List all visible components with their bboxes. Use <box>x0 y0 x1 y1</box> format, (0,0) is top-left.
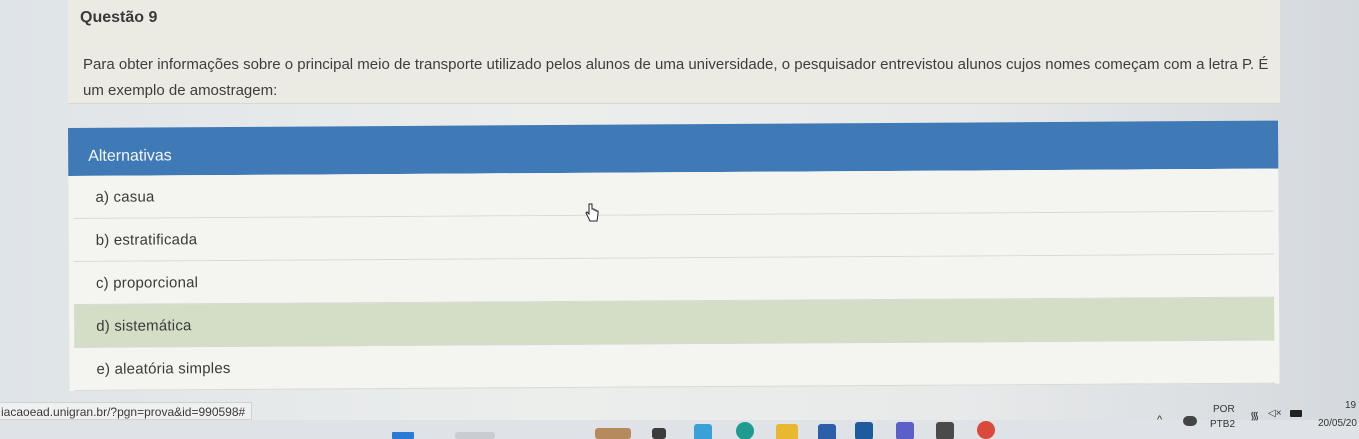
clock-time[interactable]: 19 <box>1345 400 1356 411</box>
chrome-icon[interactable] <box>977 421 995 439</box>
alternative-e[interactable]: e) aleatória simples <box>74 340 1275 391</box>
question-card: Questão 9 Para obter informações sobre o… <box>68 0 1280 104</box>
alternative-c[interactable]: c) proporcional <box>73 254 1275 305</box>
widget-icon[interactable] <box>595 428 631 439</box>
question-title: Questão 9 <box>80 9 158 26</box>
store-icon[interactable] <box>818 424 836 439</box>
chevron-up-icon[interactable]: ^ <box>1157 414 1162 426</box>
edge-icon[interactable] <box>736 422 754 439</box>
taskbar <box>0 420 1359 439</box>
file-explorer-icon[interactable] <box>652 428 666 439</box>
alternative-a[interactable]: a) casua <box>73 168 1274 219</box>
calculator-icon[interactable] <box>936 422 954 439</box>
search-icon[interactable] <box>455 432 495 439</box>
alternative-b[interactable]: b) estratificada <box>73 211 1274 262</box>
status-bar-url: iacaoead.unigran.br/?pgn=prova&id=990598… <box>0 402 253 420</box>
alternatives-panel: Alternativas a) casua b) estratificada c… <box>68 120 1280 394</box>
question-text: Para obter informações sobre o principal… <box>83 56 1269 99</box>
clock-date[interactable]: 20/05/20 <box>1318 418 1357 429</box>
cloud-icon[interactable] <box>1183 416 1197 426</box>
dell-icon[interactable] <box>855 422 873 439</box>
language-bottom[interactable]: PTB2 <box>1210 419 1235 430</box>
folder-icon[interactable] <box>776 424 798 439</box>
start-icon[interactable] <box>392 432 414 439</box>
volume-muted-icon[interactable]: ◁× <box>1268 408 1282 419</box>
language-top[interactable]: POR <box>1213 404 1235 415</box>
photos-icon[interactable] <box>694 424 712 439</box>
alternative-d[interactable]: d) sistemática <box>74 297 1275 348</box>
teams-icon[interactable] <box>896 422 914 439</box>
battery-icon[interactable] <box>1290 410 1302 417</box>
wifi-icon[interactable]: ᯾ <box>1250 408 1259 423</box>
alternatives-list: a) casua b) estratificada c) proporciona… <box>68 168 1280 391</box>
hand-cursor-icon <box>585 203 599 222</box>
alternatives-header: Alternativas <box>68 120 1279 176</box>
